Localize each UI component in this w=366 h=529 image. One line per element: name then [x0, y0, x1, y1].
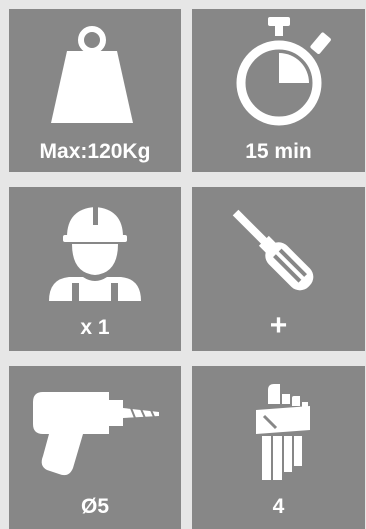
weight-caption: Max:120Kg — [39, 140, 151, 163]
tile-max-weight: Max:120Kg — [9, 9, 181, 172]
tile-drill: Ø5 — [9, 366, 181, 529]
workers-caption: x 1 — [80, 316, 110, 339]
hex-keys-count-caption: 4 — [272, 495, 285, 518]
screwdriver-type-caption: + — [269, 309, 288, 342]
tile-tool-screwdriver: + — [192, 187, 365, 351]
drill-size-caption: Ø5 — [80, 495, 109, 518]
tile-hex-keys: 4 — [192, 366, 365, 529]
tile-time: 15 min — [192, 9, 365, 172]
time-caption: 15 min — [245, 140, 312, 163]
tile-workers: x 1 — [9, 187, 181, 351]
